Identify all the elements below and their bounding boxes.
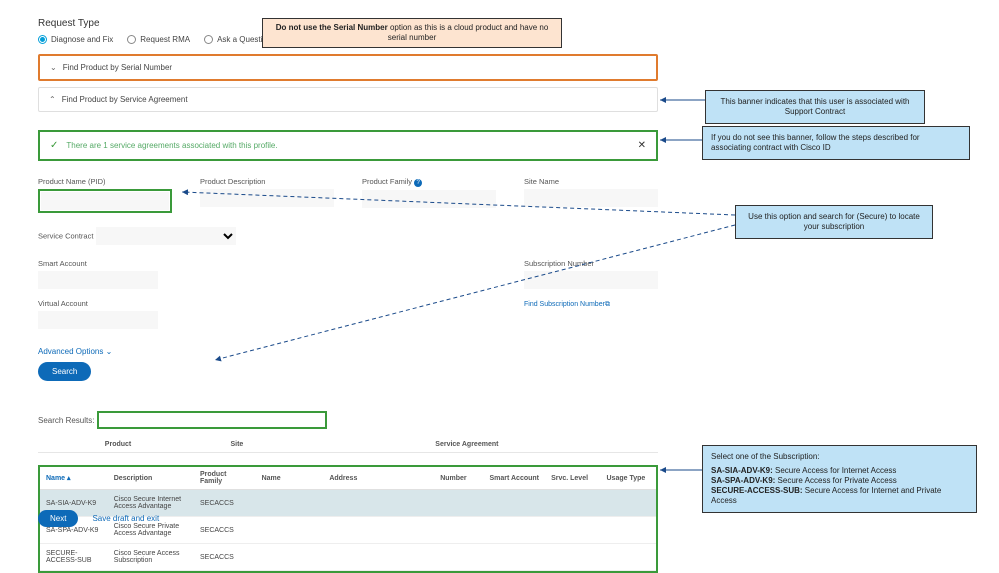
accordion-label: Find Product by Service Agreement [62,95,188,104]
check-icon: ✓ [50,140,58,151]
pid-input[interactable] [41,192,169,210]
group-product: Product [38,437,198,453]
pid-highlight [38,189,172,213]
subnum-label: Subscription Number [524,259,658,268]
search-results-label: Search Results: [38,416,94,425]
accordion-label: Find Product by Serial Number [63,63,172,72]
save-draft-link[interactable]: Save draft and exit [92,514,159,523]
smart-label: Smart Account [38,259,172,268]
close-icon[interactable]: ✕ [638,140,646,151]
col-sitename[interactable]: Name [256,467,324,490]
radio-dot-icon [38,35,47,44]
site-label: Site Name [524,177,658,186]
chevron-up-icon: ⌃ [49,95,56,104]
accordion-service[interactable]: ⌃ Find Product by Service Agreement [38,87,658,112]
callout-pid-hint: Use this option and search for (Secure) … [735,205,933,239]
col-name[interactable]: Name ▴ [46,475,71,482]
find-subscription-link[interactable]: Find Subscription Number⧉ [524,301,610,308]
group-site: Site [198,437,276,453]
smart-input[interactable] [38,271,158,289]
col-desc[interactable]: Description [108,467,194,490]
search-button[interactable]: Search [38,362,91,381]
col-family[interactable]: Product Family [194,467,256,490]
callout-banner-missing: If you do not see this banner, follow th… [702,126,970,160]
accordion-serial[interactable]: ⌄ Find Product by Serial Number [38,54,658,81]
table-row[interactable]: SECURE-ACCESS-SUB Cisco Secure Access Su… [40,544,656,571]
banner-highlight: ✓ There are 1 service agreements associa… [38,130,658,161]
desc-label: Product Description [200,177,334,186]
callout-subscription-list: Select one of the Subscription: SA-SIA-A… [702,445,977,513]
subnum-input[interactable] [524,271,658,289]
chevron-down-icon: ⌄ [106,347,113,356]
radio-dot-icon [127,35,136,44]
radio-rma[interactable]: Request RMA [127,35,190,44]
group-agreement: Service Agreement [276,437,658,453]
col-number[interactable]: Number [434,467,483,490]
sort-icon: ▴ [67,475,71,482]
family-input[interactable] [362,190,496,208]
external-link-icon: ⧉ [605,301,610,308]
help-icon[interactable]: ? [414,179,422,187]
contract-label: Service Contract [38,232,93,241]
next-button[interactable]: Next [38,510,78,527]
contract-select[interactable] [96,227,236,245]
radio-dot-icon [204,35,213,44]
chevron-down-icon: ⌄ [50,63,57,72]
callout-serial-warning: Do not use the Serial Number option as t… [262,18,562,48]
radio-diagnose[interactable]: Diagnose and Fix [38,35,113,44]
search-results-highlight [97,411,327,429]
family-label: Product Family ? [362,177,496,187]
col-address[interactable]: Address [323,467,434,490]
radio-label: Request RMA [140,35,190,44]
pid-label: Product Name (PID) [38,177,172,186]
desc-input[interactable] [200,189,334,207]
site-input[interactable] [524,189,658,207]
banner-text: There are 1 service agreements associate… [66,141,277,150]
callout-banner-info: This banner indicates that this user is … [705,90,925,124]
advanced-options-link[interactable]: Advanced Options ⌄ [38,347,112,356]
col-level[interactable]: Srvc. Level [545,467,600,490]
virtual-label: Virtual Account [38,299,172,308]
virtual-input[interactable] [38,311,158,329]
service-agreement-banner: ✓ There are 1 service agreements associa… [42,134,654,157]
col-usage[interactable]: Usage Type [601,467,657,490]
col-smart[interactable]: Smart Account [483,467,545,490]
radio-label: Diagnose and Fix [51,35,113,44]
